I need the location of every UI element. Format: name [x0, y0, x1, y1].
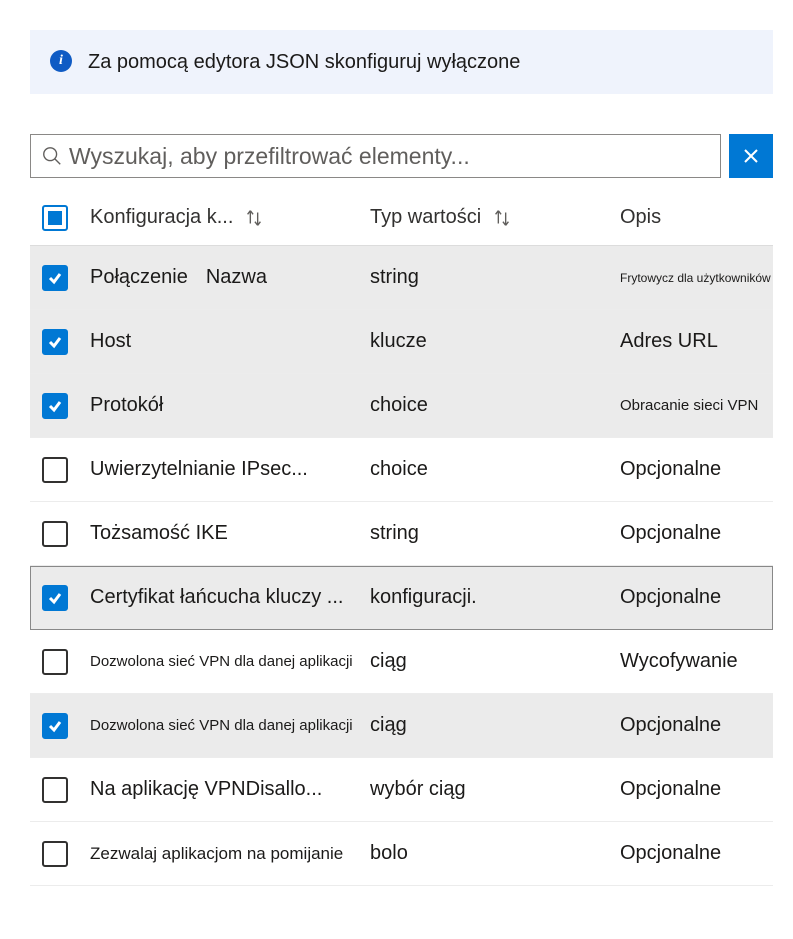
- info-banner-text: Za pomocą edytora JSON skonfiguruj wyłąc…: [88, 48, 520, 76]
- row-type: string: [370, 266, 620, 289]
- row-checkbox-cell[interactable]: [30, 457, 90, 483]
- row-key: Host: [90, 330, 370, 353]
- column-header-desc-label: Opis: [620, 206, 661, 229]
- row-desc: Opcjonalne: [620, 778, 773, 801]
- table-row[interactable]: Na aplikację VPNDisallo...wybór ciągOpcj…: [30, 758, 773, 822]
- row-checkbox-cell[interactable]: [30, 521, 90, 547]
- select-all-cell[interactable]: [30, 205, 90, 231]
- search-icon: [41, 145, 63, 167]
- row-checkbox-cell[interactable]: [30, 265, 90, 291]
- sort-icon: [243, 207, 265, 229]
- row-checkbox-cell[interactable]: [30, 713, 90, 739]
- row-checkbox[interactable]: [42, 457, 68, 483]
- table-row[interactable]: Zezwalaj aplikacjom na pomijanieboloOpcj…: [30, 822, 773, 886]
- row-desc: Opcjonalne: [620, 522, 773, 545]
- column-header-type-label: Typ wartości: [370, 206, 481, 229]
- sort-icon: [491, 207, 513, 229]
- row-key: Tożsamość IKE: [90, 522, 370, 545]
- config-table: Konfiguracja k... Typ wartości Opis Połą…: [30, 190, 773, 886]
- select-all-checkbox[interactable]: [42, 205, 68, 231]
- table-row[interactable]: Tożsamość IKEstringOpcjonalne: [30, 502, 773, 566]
- row-type: choice: [370, 394, 620, 417]
- check-icon: [47, 590, 63, 606]
- clear-search-button[interactable]: [729, 134, 773, 178]
- row-checkbox[interactable]: [42, 265, 68, 291]
- row-desc: Opcjonalne: [620, 586, 773, 609]
- row-desc: Opcjonalne: [620, 458, 773, 481]
- row-key: Dozwolona sieć VPN dla danej aplikacji: [90, 653, 370, 670]
- table-row[interactable]: Dozwolona sieć VPN dla danej aplikacjici…: [30, 630, 773, 694]
- column-header-key-label: Konfiguracja k...: [90, 206, 233, 229]
- row-desc: Wycofywanie: [620, 650, 773, 673]
- row-type: string: [370, 522, 620, 545]
- row-type: wybór ciąg: [370, 778, 620, 801]
- row-key: Protokół: [90, 394, 370, 417]
- row-checkbox[interactable]: [42, 713, 68, 739]
- search-row: [30, 134, 773, 178]
- row-checkbox[interactable]: [42, 521, 68, 547]
- search-input[interactable]: [63, 143, 710, 170]
- row-desc: Frytowycz dla użytkowników: [620, 271, 773, 285]
- check-icon: [47, 398, 63, 414]
- row-key: Na aplikację VPNDisallo...: [90, 778, 370, 801]
- table-row[interactable]: ProtokółchoiceObracanie sieci VPN: [30, 374, 773, 438]
- row-type: ciąg: [370, 714, 620, 737]
- row-checkbox-cell[interactable]: [30, 393, 90, 419]
- row-key: PołączenieNazwa: [90, 266, 370, 289]
- row-type: klucze: [370, 330, 620, 353]
- table-row[interactable]: Uwierzytelnianie IPsec...choiceOpcjonaln…: [30, 438, 773, 502]
- column-header-key[interactable]: Konfiguracja k...: [90, 206, 370, 229]
- indeterminate-mark: [48, 211, 62, 225]
- table-row[interactable]: HostkluczeAdres URL: [30, 310, 773, 374]
- row-checkbox[interactable]: [42, 329, 68, 355]
- row-key-secondary: Nazwa: [206, 266, 267, 288]
- row-desc: Opcjonalne: [620, 842, 773, 865]
- check-icon: [47, 270, 63, 286]
- info-banner: i Za pomocą edytora JSON skonfiguruj wył…: [30, 30, 773, 94]
- row-desc: Opcjonalne: [620, 714, 773, 737]
- row-type: choice: [370, 458, 620, 481]
- table-row[interactable]: Dozwolona sieć VPN dla danej aplikacjici…: [30, 694, 773, 758]
- table-row[interactable]: PołączenieNazwastringFrytowycz dla użytk…: [30, 246, 773, 310]
- check-icon: [47, 718, 63, 734]
- table-row[interactable]: Certyfikat łańcucha kluczy ...konfigurac…: [30, 566, 773, 630]
- check-icon: [47, 334, 63, 350]
- row-key: Certyfikat łańcucha kluczy ...: [90, 586, 370, 609]
- column-header-desc[interactable]: Opis: [620, 206, 773, 229]
- row-checkbox-cell[interactable]: [30, 329, 90, 355]
- row-type: ciąg: [370, 650, 620, 673]
- row-key: Dozwolona sieć VPN dla danej aplikacji: [90, 717, 370, 734]
- row-checkbox[interactable]: [42, 393, 68, 419]
- row-type: bolo: [370, 842, 620, 865]
- close-icon: [743, 148, 759, 164]
- table-header: Konfiguracja k... Typ wartości Opis: [30, 190, 773, 246]
- row-key: Zezwalaj aplikacjom na pomijanie: [90, 844, 370, 864]
- row-checkbox[interactable]: [42, 649, 68, 675]
- row-checkbox-cell[interactable]: [30, 777, 90, 803]
- column-header-type[interactable]: Typ wartości: [370, 206, 620, 229]
- row-checkbox[interactable]: [42, 585, 68, 611]
- row-checkbox-cell[interactable]: [30, 585, 90, 611]
- row-checkbox[interactable]: [42, 841, 68, 867]
- row-desc: Obracanie sieci VPN: [620, 397, 773, 414]
- row-key: Uwierzytelnianie IPsec...: [90, 458, 370, 481]
- table-body: PołączenieNazwastringFrytowycz dla użytk…: [30, 246, 773, 886]
- row-checkbox-cell[interactable]: [30, 649, 90, 675]
- row-checkbox-cell[interactable]: [30, 841, 90, 867]
- row-desc: Adres URL: [620, 330, 773, 353]
- search-box[interactable]: [30, 134, 721, 178]
- row-type: konfiguracji.: [370, 586, 620, 609]
- row-checkbox[interactable]: [42, 777, 68, 803]
- info-icon: i: [50, 50, 72, 72]
